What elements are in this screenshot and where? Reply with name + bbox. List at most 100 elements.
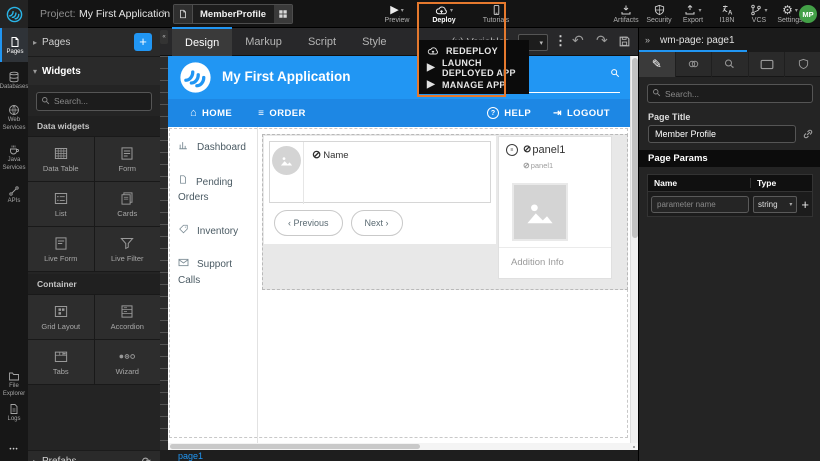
- save-icon[interactable]: [618, 35, 631, 48]
- nav-help[interactable]: ?HELP: [487, 107, 531, 119]
- page-selector[interactable]: MemberProfile: [173, 4, 293, 24]
- panel-widget[interactable]: ≡ ⊘ panel1 ⊘ panel1 Addition Info: [498, 136, 612, 279]
- menu-item-pending-orders[interactable]: Pending Orders: [168, 165, 257, 215]
- i18n-button[interactable]: A I18N: [712, 2, 742, 26]
- security-button[interactable]: Security: [643, 2, 675, 26]
- activity-overflow-button[interactable]: •••: [0, 442, 28, 458]
- vcs-button[interactable]: ▾ VCS: [744, 2, 774, 26]
- nav-order[interactable]: ≡ORDER: [258, 108, 306, 119]
- canvas-vscrollbar[interactable]: [630, 56, 638, 443]
- section-pages[interactable]: ▸ Pages +: [28, 28, 160, 56]
- artifacts-button[interactable]: Artifacts: [610, 2, 642, 26]
- section-widgets[interactable]: ▾ Widgets: [28, 56, 160, 85]
- preview-button[interactable]: ▶ ▾ Preview: [378, 2, 416, 26]
- section-prefabs[interactable]: ▸ Prefabs ⟳: [28, 450, 160, 461]
- panel-header[interactable]: ≡ ⊘ panel1: [506, 144, 565, 156]
- widget-tile-live-form[interactable]: Live Form: [28, 227, 94, 271]
- widget-tile-form[interactable]: Form: [95, 137, 161, 181]
- list-item-name[interactable]: ⊘ Name: [312, 150, 349, 161]
- bottom-tab-page1[interactable]: page1: [178, 451, 203, 461]
- activity-item-logs[interactable]: Logs: [0, 396, 28, 428]
- data-table-icon: [53, 146, 69, 161]
- avatar[interactable]: MP: [799, 5, 817, 23]
- page-title-input[interactable]: [648, 125, 796, 143]
- tab-security[interactable]: [785, 52, 820, 77]
- widget-tile-wizard[interactable]: Wizard: [95, 340, 161, 384]
- tab-styles[interactable]: [676, 52, 713, 77]
- deploy-menu-item-launch[interactable]: ▶ LAUNCH DEPLOYED APP: [417, 59, 529, 76]
- param-type-select[interactable]: string ▾: [753, 196, 797, 213]
- panel-image-placeholder[interactable]: [512, 183, 568, 241]
- kebab-menu-icon[interactable]: ⋮: [554, 33, 567, 49]
- list-widget[interactable]: ⊘ Name ‹ Previous Next ›: [264, 136, 496, 244]
- deploy-menu-item-redeploy[interactable]: REDEPLOY: [417, 42, 529, 59]
- grid-layout-icon: [53, 304, 69, 319]
- widget-tile-list[interactable]: List: [28, 182, 94, 226]
- pages-grid-icon[interactable]: [274, 5, 292, 23]
- export-button[interactable]: ▾ Export: [676, 2, 710, 26]
- properties-search-input[interactable]: [647, 84, 813, 103]
- hscroll-thumb[interactable]: [170, 444, 420, 449]
- tab-design[interactable]: Design: [172, 27, 232, 57]
- widget-tile-accordion[interactable]: Accordion: [95, 295, 161, 339]
- activity-item-apis[interactable]: APIs: [0, 178, 28, 210]
- tab-properties[interactable]: ✎: [639, 52, 676, 77]
- list-item-card[interactable]: ⊘ Name: [269, 141, 491, 203]
- widget-tile-cards[interactable]: Cards: [95, 182, 161, 226]
- vcs-label: VCS: [752, 17, 766, 24]
- tab-script[interactable]: Script: [295, 28, 349, 56]
- bind-icon: ⊘: [523, 162, 530, 170]
- widget-tile-live-filter[interactable]: Live Filter: [95, 227, 161, 271]
- app-header[interactable]: My First Application: [168, 56, 630, 99]
- design-canvas: My First Application ⌂HOME ≡ORDER ?HELP …: [168, 56, 630, 443]
- page-content-container[interactable]: ⊘ Name ‹ Previous Next › ≡ ⊘ panel1: [262, 134, 628, 290]
- deploy-button[interactable]: ▾ Deploy: [424, 2, 464, 26]
- project-name[interactable]: My First Application: [79, 8, 170, 20]
- widget-tile-tabs[interactable]: Tabs: [28, 340, 94, 384]
- widget-tile-data-table[interactable]: Data Table: [28, 137, 94, 181]
- tab-inspector[interactable]: [712, 52, 749, 77]
- previous-button[interactable]: ‹ Previous: [274, 210, 343, 236]
- container-widgets-grid: Grid Layout Accordion Tabs Wizard: [28, 294, 160, 385]
- deploy-menu-item-manage[interactable]: ▶ MANAGE APP: [417, 76, 529, 93]
- app-search-icon[interactable]: [610, 68, 620, 78]
- nav-home[interactable]: ⌂HOME: [190, 107, 232, 119]
- tutorials-label: Tutorials: [483, 17, 510, 24]
- group-container: Container: [28, 274, 160, 294]
- funnel-icon: [119, 236, 135, 251]
- envelope-icon: [178, 259, 189, 270]
- studio-logo[interactable]: [0, 0, 28, 28]
- accordion-icon: [119, 304, 135, 319]
- activity-item-java-services[interactable]: Java Services: [0, 138, 28, 178]
- widget-search-input[interactable]: [36, 92, 152, 111]
- panel-menu-icon[interactable]: ≡: [506, 144, 518, 156]
- menu-item-support-calls[interactable]: Support Calls: [168, 248, 257, 297]
- add-page-button[interactable]: +: [134, 33, 152, 51]
- widget-tile-grid-layout[interactable]: Grid Layout: [28, 295, 94, 339]
- app-search-underline[interactable]: [525, 92, 620, 93]
- nav-logout[interactable]: ⇥LOGOUT: [553, 108, 610, 119]
- tab-style[interactable]: Style: [349, 28, 399, 56]
- wizard-icon: [118, 349, 136, 364]
- menu-item-inventory[interactable]: Inventory: [168, 215, 257, 249]
- tutorials-button[interactable]: Tutorials: [476, 2, 516, 26]
- menu-item-dashboard[interactable]: Dashboard: [168, 131, 257, 165]
- activity-item-pages[interactable]: Pages: [0, 28, 28, 62]
- widget-tile-label: Tabs: [53, 367, 69, 376]
- globe-icon: [8, 104, 20, 116]
- redo-icon[interactable]: ↷: [596, 32, 608, 49]
- canvas-hscrollbar[interactable]: [168, 443, 630, 450]
- page-title-label: Page Title: [648, 112, 690, 122]
- activity-item-web-services[interactable]: Web Services: [0, 98, 28, 138]
- activity-item-databases[interactable]: Databases: [0, 62, 28, 98]
- undo-icon[interactable]: ↶: [572, 32, 584, 49]
- tab-devices[interactable]: [749, 52, 786, 77]
- tab-markup[interactable]: Markup: [232, 28, 295, 56]
- bind-link-icon[interactable]: [802, 128, 814, 140]
- refresh-icon[interactable]: ⟳: [142, 455, 151, 461]
- panel-collapse-button[interactable]: «: [160, 30, 168, 44]
- add-param-button[interactable]: +: [801, 198, 809, 211]
- param-name-input[interactable]: [651, 196, 749, 213]
- next-button[interactable]: Next ›: [351, 210, 403, 236]
- collapse-right-icon[interactable]: »: [645, 35, 650, 45]
